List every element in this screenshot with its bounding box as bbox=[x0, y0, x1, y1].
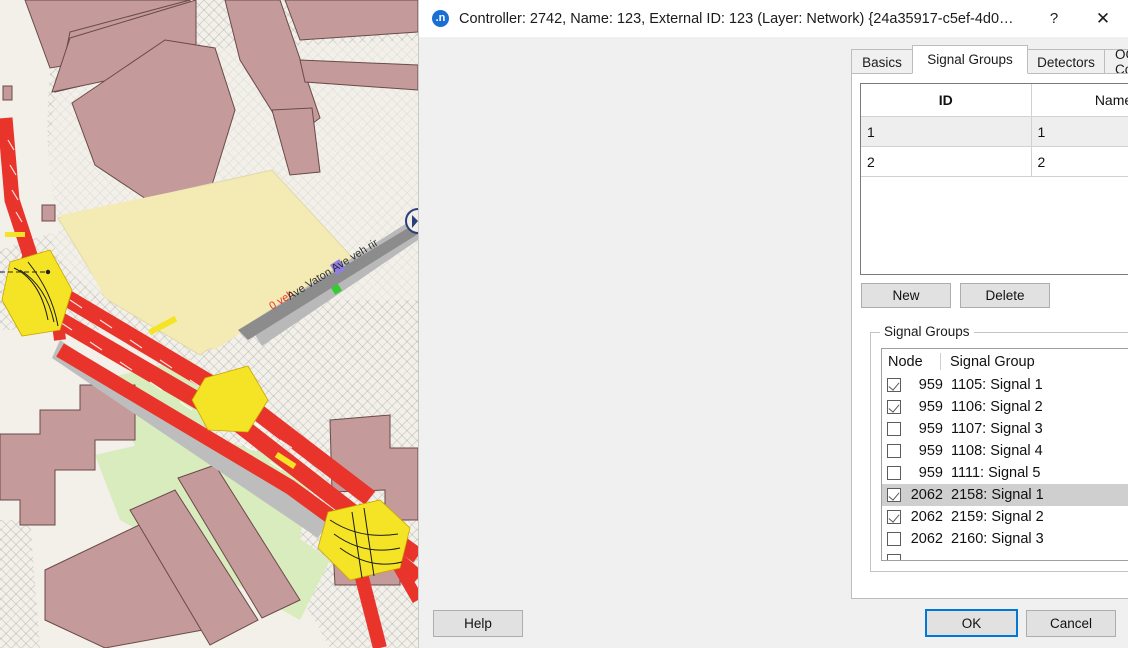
list-item[interactable]: 2062 2159: Signal 2 bbox=[882, 506, 1128, 528]
aimsun-app-icon: .n bbox=[432, 10, 449, 27]
tab-ocit-views-configuration[interactable]: OCIT Views Configuration bbox=[1104, 49, 1128, 74]
checkbox-icon[interactable] bbox=[887, 422, 901, 436]
list-item[interactable]: 2062 2158: Signal 1 bbox=[882, 484, 1128, 506]
cell-id[interactable]: 1 bbox=[861, 117, 1031, 147]
signal-groups-list-header: Node Signal Group bbox=[882, 349, 1128, 374]
cancel-button[interactable]: Cancel bbox=[1026, 610, 1116, 637]
list-item[interactable]: 959 1108: Signal 4 bbox=[882, 440, 1128, 462]
help-question-icon[interactable]: ? bbox=[1031, 0, 1077, 37]
tab-signal-groups[interactable]: Signal Groups bbox=[912, 45, 1028, 74]
checkbox-icon[interactable] bbox=[887, 554, 901, 561]
checkbox-icon[interactable] bbox=[887, 444, 901, 458]
checkbox-icon[interactable] bbox=[887, 400, 901, 414]
help-button[interactable]: Help bbox=[433, 610, 523, 637]
list-item-label: 2159: Signal 2 bbox=[951, 509, 1128, 525]
list-item[interactable]: 959 1105: Signal 1 bbox=[882, 374, 1128, 396]
checkbox-icon[interactable] bbox=[887, 466, 901, 480]
list-item-node: 959 bbox=[907, 377, 943, 393]
list-item-label: 1108: Signal 4 bbox=[951, 443, 1128, 459]
list-item-label: 1107: Signal 3 bbox=[951, 421, 1128, 437]
list-item-node: 959 bbox=[907, 421, 943, 437]
list-item-node: 959 bbox=[907, 465, 943, 481]
controller-dialog: .n Controller: 2742, Name: 123, External… bbox=[418, 0, 1128, 648]
list-item-label: 2160: Signal 3 bbox=[951, 531, 1128, 547]
list-column-node: Node bbox=[882, 354, 940, 370]
list-item-label: 1105: Signal 1 bbox=[951, 377, 1128, 393]
list-item-node: 2062 bbox=[907, 487, 943, 503]
column-header-name[interactable]: Name bbox=[1031, 84, 1128, 117]
signal-groups-grid[interactable]: ID Name Yellow Time (secs) Initial 1 1 0 bbox=[860, 83, 1128, 275]
list-item-label: 1111: Signal 5 bbox=[951, 465, 1128, 481]
list-item-label: 2158: Signal 1 bbox=[951, 487, 1128, 503]
tab-basics[interactable]: Basics bbox=[851, 49, 913, 74]
grid-header-row: ID Name Yellow Time (secs) Initial bbox=[861, 84, 1128, 117]
tab-bar: Basics Signal Groups Detectors OCIT View… bbox=[851, 48, 1128, 74]
signal-groups-panel: ID Name Yellow Time (secs) Initial 1 1 0 bbox=[851, 73, 1128, 599]
close-icon[interactable]: ✕ bbox=[1077, 0, 1128, 37]
table-row[interactable]: 2 2 0 Red bbox=[861, 147, 1128, 177]
list-item[interactable]: 959 1107: Signal 3 bbox=[882, 418, 1128, 440]
cell-id[interactable]: 2 bbox=[861, 147, 1031, 177]
list-item-node: 2062 bbox=[907, 509, 943, 525]
checkbox-icon[interactable] bbox=[887, 510, 901, 524]
tab-detectors[interactable]: Detectors bbox=[1027, 49, 1105, 74]
dialog-footer: Help OK Cancel bbox=[419, 599, 1128, 648]
signal-groups-groupbox: Signal Groups Node Signal Group 959 1105… bbox=[870, 332, 1128, 572]
ok-button[interactable]: OK bbox=[925, 609, 1018, 637]
signal-groups-list[interactable]: Node Signal Group 959 1105: Signal 1 959… bbox=[881, 348, 1128, 561]
list-item-node: 959 bbox=[907, 443, 943, 459]
list-item[interactable]: 959 1106: Signal 2 bbox=[882, 396, 1128, 418]
checkbox-icon[interactable] bbox=[887, 378, 901, 392]
map-vector-layer: 0 veh Ave Vaton Ave veh rir bbox=[0, 0, 418, 648]
list-item[interactable]: 959 1111: Signal 5 bbox=[882, 462, 1128, 484]
cell-name[interactable]: 1 bbox=[1031, 117, 1128, 147]
checkbox-icon[interactable] bbox=[887, 532, 901, 546]
list-item-node: 2062 bbox=[907, 531, 943, 547]
network-map-canvas[interactable]: 0 veh Ave Vaton Ave veh rir bbox=[0, 0, 418, 648]
list-item-node: 959 bbox=[907, 399, 943, 415]
signal-groups-groupbox-title: Signal Groups bbox=[880, 324, 974, 339]
dialog-titlebar: .n Controller: 2742, Name: 123, External… bbox=[419, 0, 1128, 37]
new-button[interactable]: New bbox=[861, 283, 951, 308]
list-item[interactable]: 2062 2160: Signal 3 bbox=[882, 528, 1128, 550]
cell-name[interactable]: 2 bbox=[1031, 147, 1128, 177]
list-column-signal-group: Signal Group bbox=[941, 354, 1035, 370]
list-item-label: 1106: Signal 2 bbox=[951, 399, 1128, 415]
column-header-id[interactable]: ID bbox=[861, 84, 1031, 117]
list-item-partial[interactable] bbox=[882, 550, 1128, 561]
checkbox-icon[interactable] bbox=[887, 488, 901, 502]
dialog-title: Controller: 2742, Name: 123, External ID… bbox=[459, 11, 1031, 27]
table-row[interactable]: 1 1 0 Red bbox=[861, 117, 1128, 147]
delete-button[interactable]: Delete bbox=[960, 283, 1050, 308]
